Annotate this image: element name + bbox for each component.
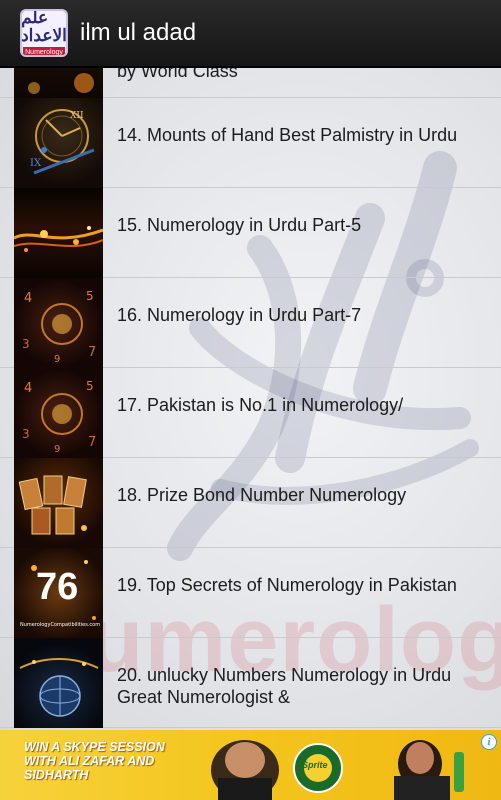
numbers-swirl-icon: 4 5 3 7 9 (22, 289, 96, 365)
list-item-title: 17. Pakistan is No.1 in Numerology/ (117, 395, 404, 415)
svg-text:7: 7 (88, 345, 96, 360)
video-thumbnail (14, 68, 103, 98)
svg-text:3: 3 (22, 337, 30, 351)
sparks-thumbnail (14, 188, 103, 278)
globe-icon (19, 658, 99, 717)
svg-text:4: 4 (24, 291, 32, 306)
list-item[interactable]: XII IX 14. Mounts of Hand Best Palmistry… (0, 98, 501, 188)
list-item-title: by World Class (117, 68, 238, 81)
svg-text:5: 5 (86, 289, 94, 303)
numbers-swirl-thumbnail: 4 5 3 7 9 (14, 368, 103, 458)
ad-brand: Sprite (302, 760, 328, 770)
svg-text:7: 7 (88, 435, 96, 450)
list-item-title: 18. Prize Bond Number Numerology (117, 485, 407, 505)
action-bar: علم الاعداد Numerology ilm ul adad (0, 0, 501, 68)
globe-numbers-thumbnail (14, 638, 103, 728)
fire-sparks-icon (14, 226, 103, 252)
app-logo-tag: Numerology (23, 46, 65, 56)
number-76-thumbnail: 76 NumerologyCompatibilities.com (14, 548, 103, 638)
list-item[interactable]: 18. Prize Bond Number Numerology (0, 458, 501, 548)
list-item-title: 19. Top Secrets of Numerology in Pakista… (117, 575, 457, 595)
video-list[interactable]: numerology by World Class XII (0, 68, 501, 730)
svg-text:3: 3 (22, 427, 30, 441)
sparks-thumbnail-art (28, 73, 94, 94)
list-item[interactable]: 20. unlucky Numbers Numerology in Urdu G… (0, 638, 501, 728)
list-item[interactable]: 4 5 3 7 9 17. Pakistan is No.1 in Numero… (0, 368, 501, 458)
list-item[interactable]: 76 NumerologyCompatibilities.com 19. Top… (0, 548, 501, 638)
thumbnail-number: 76 (36, 566, 79, 608)
svg-text:IX: IX (30, 158, 42, 169)
list-item[interactable]: by World Class (0, 68, 501, 98)
svg-text:9: 9 (54, 354, 60, 365)
svg-text:4: 4 (24, 381, 32, 396)
numbers-swirl-thumbnail: 4 5 3 7 9 (14, 278, 103, 368)
list-item-title: 15. Numerology in Urdu Part-5 (117, 215, 362, 235)
thumbnail-caption: NumerologyCompatibilities.com (20, 622, 101, 628)
clock-icon: XII IX (30, 109, 95, 175)
info-icon[interactable]: i (481, 734, 497, 750)
app-logo-glyph: علم الاعداد (21, 9, 67, 46)
list-item-title: 14. Mounts of Hand Best Palmistry in Urd… (117, 125, 458, 145)
list-item-title: 20. unlucky Numbers Numerology in Urdu G… (117, 665, 452, 707)
list-item[interactable]: 4 5 3 7 9 16. Numerology in Urdu Part-7 (0, 278, 501, 368)
clock-thumbnail: XII IX (14, 98, 103, 188)
ad-text: WIN A SKYPE SESSION WITH ALI ZAFAR AND S… (24, 740, 165, 782)
svg-text:XII: XII (70, 111, 84, 121)
svg-text:9: 9 (54, 444, 60, 455)
numbers-swirl-icon: 4 5 3 7 9 (22, 379, 96, 455)
list-item[interactable]: 15. Numerology in Urdu Part-5 (0, 188, 501, 278)
tarot-cards-icon (18, 475, 87, 535)
list-item-title: 16. Numerology in Urdu Part-7 (117, 305, 362, 325)
svg-text:5: 5 (86, 379, 94, 393)
app-logo-icon[interactable]: علم الاعداد Numerology (20, 9, 68, 57)
app-title: ilm ul adad (80, 19, 197, 46)
ad-banner[interactable]: WIN A SKYPE SESSION WITH ALI ZAFAR AND S… (0, 730, 501, 800)
tarot-cards-thumbnail (14, 458, 103, 548)
